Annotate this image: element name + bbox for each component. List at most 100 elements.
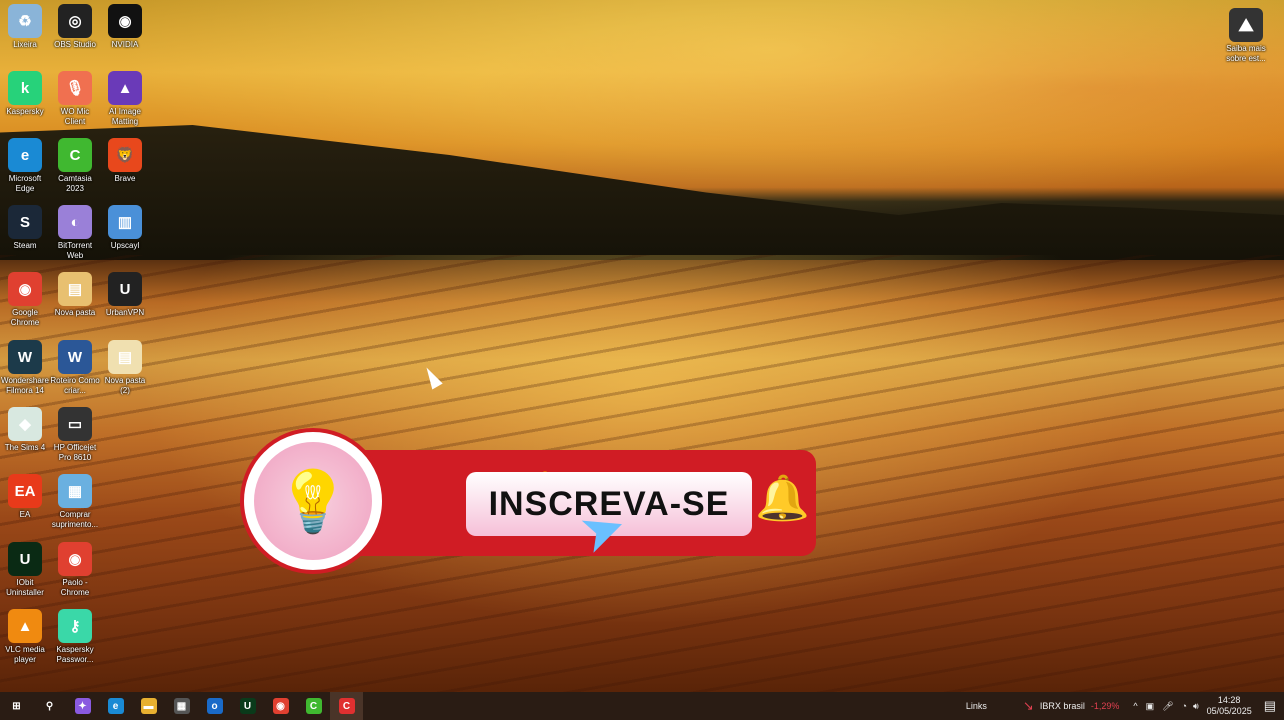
app-icon: ▲ — [8, 609, 42, 643]
desktop-icon[interactable]: ▥ Upscayl — [100, 205, 150, 251]
desktop-icon[interactable]: 🎙 WO Mic Client — [50, 71, 100, 127]
taskbar-outlook[interactable]: o — [198, 692, 231, 720]
desktop-icon[interactable]: ◉ Google Chrome — [0, 272, 50, 328]
taskbar-camtasia[interactable]: C — [297, 692, 330, 720]
desktop-icon-label: Steam — [13, 241, 37, 250]
app-icon: ◉ — [58, 542, 92, 576]
taskbar-apps: ⊞ ⚲ ✦ e ▬ ▦ o U ◉ C C — [0, 692, 363, 720]
landscape-icon: ⛰ — [1229, 8, 1263, 42]
desktop-icon-label: Comprar suprimento... — [51, 510, 99, 529]
desktop-icon[interactable]: ▲ AI Image Matting — [100, 71, 150, 127]
desktop-icon[interactable]: e Microsoft Edge — [0, 138, 50, 194]
meet-now-icon[interactable]: ▣ — [1146, 701, 1155, 712]
clock-date: 05/05/2025 — [1206, 706, 1252, 716]
start-icon: ⊞ — [12, 700, 21, 712]
taskbar-store[interactable]: ▦ — [165, 692, 198, 720]
desktop-icon[interactable]: EA EA — [0, 474, 50, 520]
taskbar-file-explorer[interactable]: ▬ — [132, 692, 165, 720]
volume-icon[interactable]: 🔊︎ — [1193, 701, 1199, 712]
search-icon: ⚲ — [45, 700, 54, 712]
desktop-icon[interactable]: ◆ The Sims 4 — [0, 407, 50, 453]
desktop-icon[interactable]: ⚷ Kaspersky Passwor... — [50, 609, 100, 665]
microphone-icon[interactable]: 🎤︎ — [1162, 701, 1173, 712]
desktop-icon-label: Brave — [114, 174, 136, 183]
taskbar-camtasia-recorder[interactable]: C — [330, 692, 363, 720]
taskbar-copilot[interactable]: ✦ — [66, 692, 99, 720]
lightbulb-icon: 💡 — [254, 442, 372, 560]
app-icon: ▥ — [108, 205, 142, 239]
desktop-icon-label: UrbanVPN — [105, 308, 145, 317]
taskbar-start[interactable]: ⊞ — [0, 692, 33, 720]
desktop-icon[interactable]: S Steam — [0, 205, 50, 251]
app-icon: ▭ — [58, 407, 92, 441]
desktop-icon-label: Kaspersky Passwor... — [56, 645, 94, 664]
desktop-icon-label: Nova pasta (2) — [104, 376, 146, 395]
desktop-icon-label: NVIDIA — [111, 40, 139, 49]
desktop-icon[interactable]: ♻ Lixeira — [0, 4, 50, 50]
clock[interactable]: 14:28 05/05/2025 — [1207, 695, 1252, 717]
lightbulb-badge: 💡 — [240, 428, 386, 574]
taskbar-chrome[interactable]: ◉ — [264, 692, 297, 720]
notifications-icon[interactable]: ▤ — [1264, 698, 1276, 714]
desktop-icon[interactable]: C Camtasia 2023 — [50, 138, 100, 194]
desktop-icon[interactable]: ◎ OBS Studio — [50, 4, 100, 50]
desktop-icon-label: VLC media player — [5, 645, 45, 664]
desktop-icon-label: HP Officejet Pro 8610 — [53, 443, 97, 462]
spotlight-learn-more[interactable]: ⛰ Saiba mais sobre est... — [1220, 8, 1272, 64]
taskbar-search[interactable]: ⚲ — [33, 692, 66, 720]
desktop-icon-label: WO Mic Client — [60, 107, 90, 126]
wifi-icon[interactable]: ◔ — [1182, 701, 1187, 711]
app-icon: C — [58, 138, 92, 172]
app-icon: ▲ — [108, 71, 142, 105]
desktop-icon[interactable]: 🦁 Brave — [100, 138, 150, 184]
desktop-icon[interactable]: ▭ HP Officejet Pro 8610 — [50, 407, 100, 463]
bell-icon: 🔔 — [755, 474, 810, 523]
camtasia-recorder-icon: C — [338, 698, 355, 714]
links-toolbar[interactable]: Links — [966, 701, 987, 711]
stock-change: -1,29% — [1090, 701, 1120, 711]
desktop-icon[interactable]: ◐ BitTorrent Web — [50, 205, 100, 261]
desktop-icon-label: Roteiro Como criar... — [50, 376, 100, 395]
desktop-icon[interactable]: ▲ VLC media player — [0, 609, 50, 665]
clock-time: 14:28 — [1217, 695, 1241, 705]
desktop-icon-label: Upscayl — [110, 241, 140, 250]
desktop-icon-label: OBS Studio — [54, 40, 96, 49]
app-icon: 🦁 — [108, 138, 142, 172]
app-icon: ◐ — [58, 205, 92, 239]
desktop-icon-label: Paolo - Chrome — [60, 578, 90, 597]
stock-down-icon: ↘ — [1022, 698, 1034, 713]
store-icon: ▦ — [173, 698, 190, 714]
spotlight-label: Saiba mais sobre est... — [1226, 44, 1266, 63]
desktop-icon-label: Google Chrome — [10, 308, 40, 327]
chrome-icon: ◉ — [272, 698, 289, 714]
desktop-icon[interactable]: ◉ NVIDIA — [100, 4, 150, 50]
desktop-icon[interactable]: U IObit Uninstaller — [0, 542, 50, 598]
desktop-icon-label: Lixeira — [13, 40, 37, 49]
copilot-icon: ✦ — [74, 698, 91, 714]
app-icon: W — [58, 340, 92, 374]
desktop-icon[interactable]: ▤ Nova pasta — [50, 272, 100, 318]
app-icon: ◎ — [58, 4, 92, 38]
desktop-icon[interactable]: ▤ Nova pasta (2) — [100, 340, 150, 396]
desktop-icon-label: Nova pasta — [54, 308, 96, 317]
app-icon: ◆ — [8, 407, 42, 441]
edge-icon: e — [107, 698, 124, 714]
desktop-icon[interactable]: ◉ Paolo - Chrome — [50, 542, 100, 598]
app-icon: ▦ — [58, 474, 92, 508]
subscribe-banner: 👍 🔔 💡 INSCREVA-SE ➤ — [240, 428, 816, 578]
app-icon: k — [8, 71, 42, 105]
system-tray: Links ↘ IBRX brasil -1,29% ^ ▣ 🎤︎ ◔ 🔊︎ 1… — [966, 692, 1284, 720]
desktop-icon[interactable]: W Wondershare Filmora 14 — [0, 340, 50, 396]
taskbar-edge[interactable]: e — [99, 692, 132, 720]
taskbar-iobit[interactable]: U — [231, 692, 264, 720]
chevron-up-icon[interactable]: ^ — [1133, 701, 1137, 711]
desktop-icon[interactable]: ▦ Comprar suprimento... — [50, 474, 100, 530]
stock-name[interactable]: IBRX brasil — [1040, 701, 1085, 711]
desktop-icon[interactable]: U UrbanVPN — [100, 272, 150, 318]
desktop-icon[interactable]: k Kaspersky — [0, 71, 50, 117]
app-icon: ♻ — [8, 4, 42, 38]
desktop-icon[interactable]: W Roteiro Como criar... — [50, 340, 100, 396]
app-icon: U — [108, 272, 142, 306]
desktop-icon-label: BitTorrent Web — [57, 241, 93, 260]
desktop-icon-label: Wondershare Filmora 14 — [1, 376, 49, 395]
